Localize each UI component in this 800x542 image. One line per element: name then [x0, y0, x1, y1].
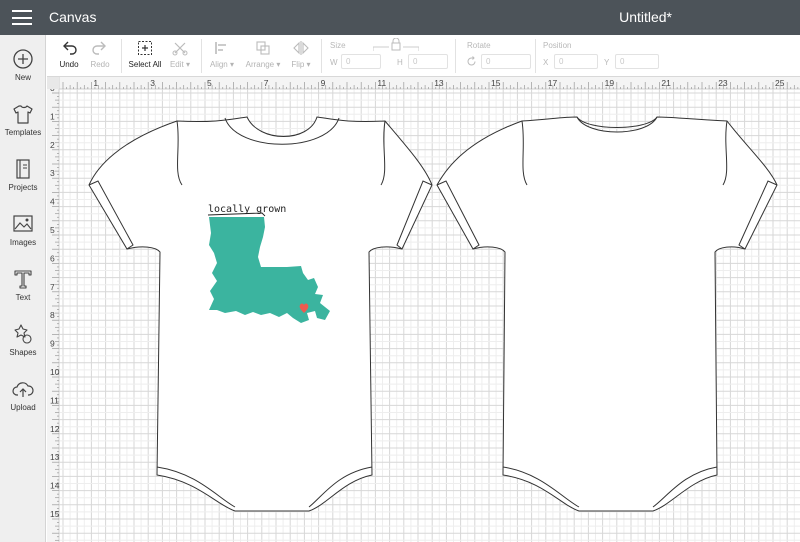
align-menu-button[interactable]: Align ▾ — [205, 35, 239, 77]
flip-icon — [293, 41, 309, 55]
image-icon — [13, 215, 33, 232]
app-title: Canvas — [49, 9, 97, 25]
ruler-top-label: 9 — [321, 78, 326, 88]
ruler-left: 0123456789101112131415 — [47, 77, 60, 542]
toolbar-divider — [455, 39, 456, 73]
app-header: Canvas Untitled* — [0, 0, 800, 35]
lock-icon[interactable] — [373, 38, 419, 52]
ruler-top-label: 7 — [264, 78, 269, 88]
position-x-label: X — [543, 58, 549, 67]
rotate-input[interactable]: 0 — [481, 54, 531, 69]
undo-label: Undo — [59, 60, 79, 69]
edit-label: Edit ▾ — [169, 60, 191, 69]
edit-toolbar: Undo Redo Select All Edit ▾ Align ▾ Arra… — [47, 35, 800, 77]
flip-label: Flip ▾ — [291, 60, 311, 69]
ruler-left-label: 5 — [50, 225, 55, 235]
sidebar-label-text: Text — [15, 293, 31, 302]
toolbar-divider — [535, 39, 536, 73]
ruler-left-label: 12 — [50, 424, 60, 434]
ruler-left-label: 4 — [50, 197, 55, 207]
height-input[interactable]: 0 — [408, 54, 448, 69]
ruler-left-label: 15 — [50, 509, 60, 519]
sidebar-item-templates[interactable]: Templates — [0, 103, 46, 155]
redo-button[interactable]: Redo — [85, 35, 115, 77]
sidebar-item-new[interactable]: New — [0, 48, 46, 100]
arrange-label: Arrange ▾ — [245, 60, 281, 69]
ruler-top-label: 25 — [775, 78, 785, 88]
toolbar-divider — [321, 39, 322, 73]
ruler-top-label: 21 — [661, 78, 671, 88]
sidebar-label-projects: Projects — [8, 183, 38, 192]
select-all-label: Select All — [128, 60, 162, 69]
ruler-top-label: 23 — [718, 78, 728, 88]
toolbar-divider — [201, 39, 202, 73]
ruler-top-label: 13 — [434, 78, 444, 88]
sidebar-item-images[interactable]: Images — [0, 213, 46, 265]
ruler-left-label: 13 — [50, 452, 60, 462]
edit-menu-button[interactable]: Edit ▾ — [165, 35, 195, 77]
sidebar-label-images: Images — [9, 238, 37, 247]
ruler-left-label: 10 — [50, 367, 60, 377]
ruler-left-label: 11 — [50, 395, 59, 405]
size-title: Size — [330, 41, 346, 50]
flip-menu-button[interactable]: Flip ▾ — [286, 35, 316, 77]
sidebar-item-text[interactable]: Text — [0, 268, 46, 320]
undo-icon — [63, 41, 77, 55]
ruler-left-label: 7 — [50, 282, 55, 292]
ruler-top-label: 11 — [377, 78, 386, 88]
hamburger-menu-icon[interactable] — [12, 10, 32, 25]
position-title: Position — [543, 41, 572, 50]
ruler-left-label: 3 — [50, 168, 55, 178]
ruler-left-label: 8 — [50, 310, 55, 320]
rotate-title: Rotate — [467, 41, 491, 50]
shapes-icon — [14, 324, 32, 344]
position-x-input[interactable]: 0 — [554, 54, 598, 69]
scissors-icon — [172, 42, 188, 56]
ruler-left-label: 2 — [50, 140, 55, 150]
align-label: Align ▾ — [209, 60, 235, 69]
plus-circle-icon — [13, 49, 33, 69]
align-icon — [215, 42, 226, 54]
design-canvas[interactable]: 135791113151719212325 012345678910111213… — [47, 77, 800, 542]
undo-button[interactable]: Undo — [53, 35, 85, 77]
width-input[interactable]: 0 — [341, 54, 381, 69]
canvas-surface[interactable]: 135791113151719212325 012345678910111213… — [47, 77, 800, 542]
ruler-top-label: 1 — [93, 78, 98, 88]
sidebar-label-new: New — [14, 73, 31, 82]
ruler-top-label: 5 — [207, 78, 212, 88]
ruler-top-label: 19 — [605, 78, 615, 88]
sidebar-item-upload[interactable]: Upload — [0, 378, 46, 430]
arrange-icon — [256, 41, 270, 55]
ruler-top: 1 3 5 7 9 11 13 15 17 19 21 23 25 — [47, 77, 800, 90]
sidebar-label-shapes: Shapes — [9, 348, 37, 357]
arrange-menu-button[interactable]: Arrange ▾ — [242, 35, 284, 77]
sidebar-item-projects[interactable]: Projects — [0, 158, 46, 210]
ruler-top-label: 15 — [491, 78, 501, 88]
document-title[interactable]: Untitled* — [619, 9, 672, 25]
position-y-input[interactable]: 0 — [615, 54, 659, 69]
left-sidebar: New Templates Projects Images Text Shape… — [0, 35, 46, 542]
redo-label: Redo — [90, 60, 110, 69]
select-all-icon — [138, 41, 152, 55]
sidebar-label-templates: Templates — [4, 128, 42, 137]
ruler-top-label: 17 — [548, 78, 558, 88]
ruler-left-label: 14 — [50, 481, 60, 491]
sidebar-item-shapes[interactable]: Shapes — [0, 323, 46, 375]
ruler-left-label: 6 — [50, 253, 55, 263]
cloud-upload-icon — [12, 382, 34, 397]
text-t-icon — [14, 270, 32, 289]
ruler-top-label: 3 — [150, 78, 155, 88]
select-all-button[interactable]: Select All — [126, 35, 164, 77]
ruler-left-label: 1 — [50, 111, 55, 121]
sidebar-label-upload: Upload — [10, 403, 36, 412]
book-icon — [16, 159, 30, 179]
position-y-label: Y — [604, 58, 610, 67]
tshirt-icon — [13, 105, 33, 124]
redo-icon — [92, 41, 106, 55]
toolbar-divider — [121, 39, 122, 73]
ruler-left-label: 9 — [50, 339, 55, 349]
width-label: W — [330, 58, 338, 67]
height-label: H — [397, 58, 403, 67]
rotate-icon — [467, 56, 476, 66]
